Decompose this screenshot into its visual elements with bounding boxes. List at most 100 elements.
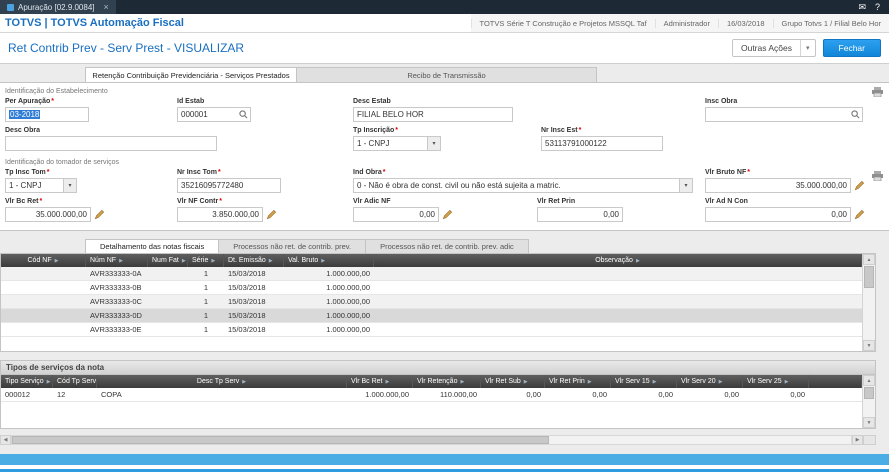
tp-inscricao-select[interactable]: 1 - CNPJ ▾ bbox=[353, 136, 441, 151]
tab-processos-nao-ret-adic[interactable]: Processos não ret. de contrib. prev. adi… bbox=[366, 239, 529, 253]
column-header-vlr-serv-25[interactable]: Vlr Serv 25 ▶ bbox=[743, 375, 809, 388]
column-header-num-nf[interactable]: Núm NF ▶ bbox=[86, 254, 148, 267]
nr-insc-tom-input[interactable] bbox=[177, 178, 281, 193]
nr-insc-est-input[interactable] bbox=[541, 136, 663, 151]
nf-vertical-scrollbar[interactable]: ▲ ▼ bbox=[862, 254, 875, 351]
desc-estab-label: Desc Estab bbox=[353, 98, 391, 105]
pencil-icon[interactable] bbox=[442, 209, 454, 221]
vlr-ret-prin-input[interactable] bbox=[537, 207, 623, 222]
mail-icon[interactable]: ✉ bbox=[858, 2, 866, 13]
column-header-cod-nf[interactable]: Cód NF ▶ bbox=[1, 254, 86, 267]
column-header-serie[interactable]: Série ▶ bbox=[188, 254, 224, 267]
column-header-vlr-bc-ret[interactable]: Vlr Bc Ret ▶ bbox=[347, 375, 413, 388]
column-header-vlr-serv-15[interactable]: Vlr Serv 15 ▶ bbox=[611, 375, 677, 388]
tab-retencao-contrib[interactable]: Retenção Contribuição Previdenciária - S… bbox=[85, 67, 297, 82]
table-row-selected[interactable]: AVR333333-0D 1 15/03/2018 1.000.000,00 bbox=[1, 309, 862, 323]
chevron-down-icon[interactable]: ▾ bbox=[63, 179, 76, 192]
servicos-vertical-scrollbar[interactable]: ▲ ▼ bbox=[862, 375, 875, 428]
tab-detalhamento-notas[interactable]: Detalhamento das notas fiscais bbox=[85, 239, 220, 253]
close-tab-icon[interactable]: × bbox=[104, 2, 109, 12]
printer-icon[interactable] bbox=[872, 171, 883, 181]
pencil-icon[interactable] bbox=[94, 209, 106, 221]
scroll-up-icon[interactable]: ▲ bbox=[863, 375, 875, 386]
scroll-left-icon[interactable]: ◀ bbox=[0, 435, 11, 445]
form-row: Tp Insc Tom* 1 - CNPJ ▾ Nr Insc Tom* Ind… bbox=[5, 169, 884, 193]
tp-insc-tom-label: Tp Insc Tom* bbox=[5, 169, 50, 176]
chevron-down-icon[interactable]: ▾ bbox=[800, 40, 815, 56]
column-header-val-bruto[interactable]: Val. Bruto ▶ bbox=[284, 254, 374, 267]
vlr-ret-prin-label: Vlr Ret Prin bbox=[537, 198, 576, 205]
pencil-icon[interactable] bbox=[266, 209, 278, 221]
field-insc-obra: Insc Obra bbox=[705, 98, 884, 122]
window-tab-apuracao[interactable]: Apuração [02.9.0084] × bbox=[0, 0, 116, 14]
scrollbar-track[interactable] bbox=[11, 435, 852, 445]
vlr-adic-nf-input[interactable] bbox=[353, 207, 439, 222]
sort-icon: ▶ bbox=[211, 257, 216, 264]
column-header-vlr-ret-sub[interactable]: Vlr Ret Sub ▶ bbox=[481, 375, 545, 388]
column-header-filler bbox=[809, 375, 862, 388]
required-marker: * bbox=[39, 198, 43, 205]
vlr-nf-contr-input[interactable] bbox=[177, 207, 263, 222]
search-icon[interactable] bbox=[239, 110, 248, 119]
branch-label[interactable]: Grupo Totvs 1 / Filial Belo Hor bbox=[772, 18, 889, 28]
window-bar-icons: ✉ ? bbox=[858, 0, 889, 14]
scrollbar-track[interactable] bbox=[863, 289, 875, 340]
column-header-desc-tp-serv[interactable]: Desc Tp Serv ▶ bbox=[97, 375, 347, 388]
printer-icon[interactable] bbox=[872, 87, 883, 97]
app-window: Apuração [02.9.0084] × ✉ ? TOTVS | TOTVS… bbox=[0, 0, 889, 472]
column-header-observacao[interactable]: Observação ▶ bbox=[374, 254, 862, 267]
scrollbar-thumb[interactable] bbox=[12, 436, 549, 444]
ind-obra-select[interactable]: 0 - Não é obra de const. civil ou não es… bbox=[353, 178, 693, 193]
chevron-down-icon[interactable]: ▾ bbox=[427, 137, 440, 150]
vlr-ad-n-con-input[interactable] bbox=[705, 207, 851, 222]
user-label[interactable]: Administrador bbox=[654, 18, 718, 28]
scrollbar-track[interactable] bbox=[863, 400, 875, 417]
page-title: Ret Contrib Prev - Serv Prest - VISUALIZ… bbox=[8, 41, 245, 55]
vlr-bruto-nf-input[interactable] bbox=[705, 178, 851, 193]
detail-tab-bar: Detalhamento das notas fiscais Processos… bbox=[85, 239, 889, 253]
insc-obra-label: Insc Obra bbox=[705, 98, 738, 105]
scroll-down-icon[interactable]: ▼ bbox=[863, 340, 875, 351]
other-actions-button[interactable]: Outras Ações ▾ bbox=[731, 39, 816, 57]
column-header-dt-emissao[interactable]: Dt. Emissão ▶ bbox=[224, 254, 284, 267]
table-row[interactable]: AVR333333-0C 1 15/03/2018 1.000.000,00 bbox=[1, 295, 862, 309]
chevron-down-icon[interactable]: ▾ bbox=[679, 179, 692, 192]
close-button[interactable]: Fechar bbox=[822, 39, 881, 57]
table-row[interactable]: AVR333333-0A 1 15/03/2018 1.000.000,00 bbox=[1, 267, 862, 281]
scroll-right-icon[interactable]: ▶ bbox=[852, 435, 863, 445]
required-marker: * bbox=[382, 169, 386, 176]
nr-insc-tom-label: Nr Insc Tom* bbox=[177, 169, 221, 176]
pencil-icon[interactable] bbox=[854, 209, 866, 221]
tab-processos-nao-ret[interactable]: Processos não ret. de contrib. prev. bbox=[219, 239, 367, 253]
tp-insc-tom-select[interactable]: 1 - CNPJ ▾ bbox=[5, 178, 77, 193]
pencil-icon[interactable] bbox=[854, 180, 866, 192]
per-apuracao-input[interactable]: 03-2018 bbox=[5, 107, 89, 122]
tab-recibo-transmissao[interactable]: Recibo de Transmissão bbox=[297, 67, 597, 82]
desc-obra-input[interactable] bbox=[5, 136, 217, 151]
insc-obra-input[interactable] bbox=[705, 107, 863, 122]
sort-icon: ▶ bbox=[268, 257, 273, 264]
table-row[interactable]: AVR333333-0E 1 15/03/2018 1.000.000,00 bbox=[1, 323, 862, 337]
id-estab-label: Id Estab bbox=[177, 98, 205, 105]
desc-estab-input[interactable] bbox=[353, 107, 513, 122]
required-marker: * bbox=[747, 169, 750, 176]
servicos-table-header: Tipo Serviço▶ Cód Tp Serv▶ Desc Tp Serv▶… bbox=[1, 375, 862, 388]
scroll-up-icon[interactable]: ▲ bbox=[863, 254, 875, 265]
search-icon[interactable] bbox=[851, 110, 860, 119]
column-header-tipo-servico[interactable]: Tipo Serviço ▶ bbox=[1, 375, 53, 388]
scroll-down-icon[interactable]: ▼ bbox=[863, 417, 875, 428]
horizontal-scrollbar[interactable]: ◀ ▶ bbox=[0, 435, 876, 445]
help-icon[interactable]: ? bbox=[875, 2, 880, 12]
column-header-vlr-ret-prin[interactable]: Vlr Ret Prin ▶ bbox=[545, 375, 611, 388]
table-row[interactable]: AVR333333-0B 1 15/03/2018 1.000.000,00 bbox=[1, 281, 862, 295]
vlr-bc-ret-input[interactable] bbox=[5, 207, 91, 222]
column-header-vlr-retencao[interactable]: Vlr Retenção ▶ bbox=[413, 375, 481, 388]
column-header-cod-tp-serv[interactable]: Cód Tp Serv▶ bbox=[53, 375, 97, 388]
scrollbar-thumb[interactable] bbox=[864, 266, 874, 288]
column-header-num-fat[interactable]: Num Fat ▶ bbox=[148, 254, 188, 267]
column-header-vlr-serv-20[interactable]: Vlr Serv 20 ▶ bbox=[677, 375, 743, 388]
servico-row[interactable]: 000012 12 COPA 1.000.000,00 110.000,00 0… bbox=[1, 388, 862, 402]
window-tab-title: Apuração [02.9.0084] bbox=[18, 2, 95, 12]
sort-icon: ▶ bbox=[635, 257, 640, 264]
scrollbar-thumb[interactable] bbox=[864, 387, 874, 399]
